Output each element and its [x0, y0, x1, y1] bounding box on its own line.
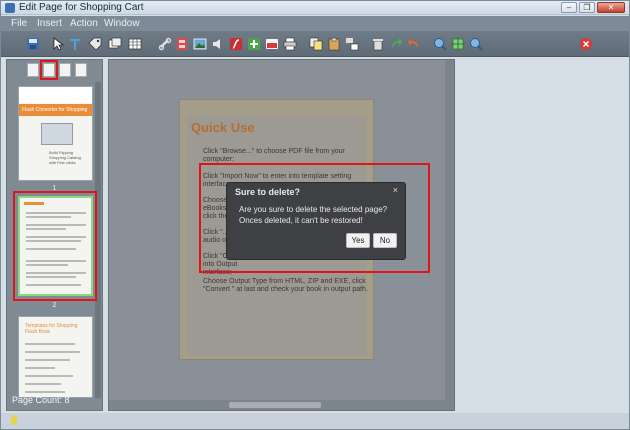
new-page-icon[interactable] — [27, 63, 39, 77]
thumb-line — [26, 236, 86, 238]
hint-bulb-icon — [11, 415, 17, 425]
page-thumbnail-3[interactable]: Templates for Shopping Flash Book — [18, 316, 93, 398]
add-icon[interactable] — [247, 37, 261, 51]
delete-icon[interactable] — [371, 37, 385, 51]
scrollbar-thumb[interactable] — [229, 402, 321, 408]
restore-button[interactable]: ❐ — [579, 2, 595, 13]
paste-icon[interactable] — [327, 37, 341, 51]
print-icon[interactable] — [283, 37, 297, 51]
close-editor-icon[interactable] — [579, 37, 593, 51]
table-icon[interactable] — [128, 37, 142, 51]
thumb-graphic — [41, 123, 73, 145]
page-title: Quick Use — [191, 120, 255, 135]
close-window-button[interactable]: ✕ — [597, 2, 625, 13]
undo-icon[interactable] — [407, 37, 421, 51]
thumb-line — [26, 276, 76, 278]
main-toolbar — [1, 31, 629, 57]
menu-window[interactable]: Window — [104, 18, 140, 29]
thumb-line — [26, 264, 68, 266]
thumb-line — [25, 391, 65, 393]
thumb-line — [26, 212, 86, 214]
thumb-line — [26, 272, 86, 274]
dialog-message: Are you sure to delete the selected page… — [239, 204, 399, 226]
picture-icon[interactable] — [108, 37, 122, 51]
tag-icon[interactable] — [88, 37, 102, 51]
thumb-line — [25, 343, 75, 345]
text-icon[interactable] — [68, 37, 82, 51]
step-6: Choose Output Type from HTML, ZIP and EX… — [203, 278, 368, 293]
delete-confirm-dialog: Sure to delete? × Are you sure to delete… — [226, 182, 406, 260]
thumbnail-toolbar — [7, 60, 102, 80]
window-title: Edit Page for Shopping Cart — [19, 2, 144, 13]
no-button[interactable]: No — [373, 233, 397, 248]
thumb-line — [26, 216, 71, 218]
youtube-icon[interactable] — [265, 37, 279, 51]
menu-action[interactable]: Action — [70, 18, 98, 29]
menu-insert[interactable]: Insert — [37, 18, 62, 29]
move-page-icon[interactable] — [75, 63, 87, 77]
thumb-line — [25, 375, 73, 377]
menu-file[interactable]: File — [11, 18, 27, 29]
thumb-line — [26, 284, 81, 286]
thumb-line — [26, 228, 66, 230]
thumbnail-panel: Flash Converter for Shopping Build Flipp… — [6, 59, 103, 411]
minimize-button[interactable]: – — [561, 2, 577, 13]
yes-button[interactable]: Yes — [346, 233, 370, 248]
thumb-line — [25, 383, 61, 385]
flash-icon[interactable] — [229, 37, 243, 51]
thumb-line — [25, 367, 55, 369]
zoom-in-icon[interactable] — [433, 37, 447, 51]
thumb-line — [26, 248, 76, 250]
image-icon[interactable] — [193, 37, 207, 51]
fit-icon[interactable] — [451, 37, 465, 51]
thumb-line — [26, 240, 81, 242]
page-count: Page Count: 8 — [12, 395, 70, 405]
dialog-close-icon[interactable]: × — [393, 185, 398, 195]
status-bar — [1, 413, 629, 429]
thumb-line — [26, 260, 86, 262]
thumb-caption: Build Flipping Shopping Catalog with Few… — [49, 150, 81, 165]
app-icon — [5, 3, 15, 13]
film-icon[interactable] — [175, 37, 189, 51]
thumb-title: Flash Converter for Shopping — [19, 104, 92, 116]
redo-icon[interactable] — [389, 37, 403, 51]
copy-icon[interactable] — [309, 37, 323, 51]
pointer-icon[interactable] — [51, 37, 65, 51]
delete-page-icon[interactable] — [40, 60, 58, 80]
step-1: Click "Browse..." to choose PDF file fro… — [203, 148, 345, 163]
audio-icon[interactable] — [211, 37, 225, 51]
thumb-line — [25, 359, 70, 361]
thumb-heading — [24, 202, 44, 205]
page-thumbnail-1[interactable]: Flash Converter for Shopping Build Flipp… — [18, 86, 93, 181]
dialog-message-line-1: Are you sure to delete the selected page… — [239, 205, 388, 214]
thumb-line — [25, 351, 80, 353]
app-window: Edit Page for Shopping Cart – ❐ ✕ File I… — [0, 0, 630, 430]
align-icon[interactable] — [345, 37, 359, 51]
dialog-title: Sure to delete? — [235, 187, 301, 197]
thumb-header — [19, 87, 92, 103]
thumb-line — [26, 224, 86, 226]
zoom-out-icon[interactable] — [469, 37, 483, 51]
link-icon[interactable] — [158, 37, 172, 51]
save-icon[interactable] — [26, 37, 40, 51]
title-bar: Edit Page for Shopping Cart – ❐ ✕ — [1, 1, 629, 15]
dialog-message-line-2: Onces deleted, it can't be restored! — [239, 216, 363, 225]
page-thumbnail-2[interactable] — [18, 196, 93, 296]
vertical-scrollbar[interactable] — [445, 60, 454, 400]
horizontal-scrollbar[interactable] — [109, 400, 454, 410]
menu-bar: File Insert Action Window — [1, 16, 629, 31]
thumb-title: Templates for Shopping Flash Book — [25, 323, 78, 335]
thumbnail-list: Flash Converter for Shopping Build Flipp… — [7, 82, 102, 398]
thumb-number-2: 2 — [52, 302, 57, 309]
insert-page-icon[interactable] — [59, 63, 71, 77]
